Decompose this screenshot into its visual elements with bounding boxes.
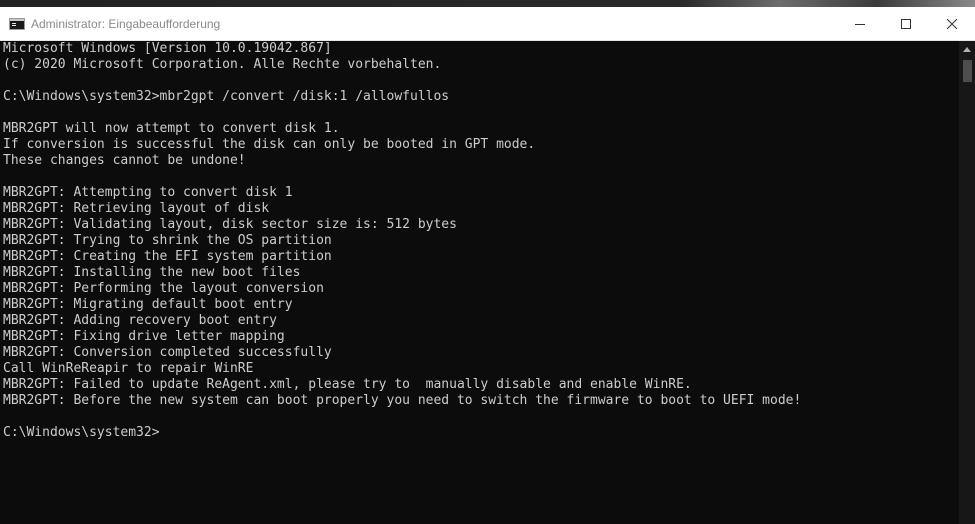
title-bar[interactable]: Administrator: Eingabeaufforderung (0, 7, 975, 41)
console-line: MBR2GPT: Migrating default boot entry (3, 297, 293, 312)
chevron-up-icon (963, 46, 971, 52)
command-prompt-window[interactable]: Administrator: Eingabeaufforderung Micro… (0, 7, 975, 524)
console-line: If conversion is successful the disk can… (3, 137, 536, 152)
console-line: C:\Windows\system32>mbr2gpt /convert /di… (3, 89, 450, 104)
scroll-up-button[interactable] (959, 41, 975, 57)
scroll-thumb[interactable] (963, 60, 972, 82)
console-line: MBR2GPT: Failed to update ReAgent.xml, p… (3, 377, 692, 392)
console-line: MBR2GPT will now attempt to convert disk… (3, 121, 340, 136)
console-line: Microsoft Windows [Version 10.0.19042.86… (3, 41, 332, 56)
minimize-button[interactable] (837, 7, 883, 40)
console-line: These changes cannot be undone! (3, 153, 246, 168)
console-output[interactable]: Microsoft Windows [Version 10.0.19042.86… (0, 41, 959, 524)
desktop-background (0, 0, 975, 7)
console-line: (c) 2020 Microsoft Corporation. Alle Rec… (3, 57, 442, 72)
maximize-button[interactable] (883, 7, 929, 40)
console-line: MBR2GPT: Before the new system can boot … (3, 393, 802, 408)
console-line: MBR2GPT: Attempting to convert disk 1 (3, 185, 293, 200)
console-line: MBR2GPT: Creating the EFI system partiti… (3, 249, 332, 264)
console-line: MBR2GPT: Fixing drive letter mapping (3, 329, 285, 344)
maximize-icon (901, 18, 911, 29)
console-line: Call WinReReapir to repair WinRE (3, 361, 254, 376)
console-line: MBR2GPT: Retrieving layout of disk (3, 201, 270, 216)
close-icon (947, 18, 957, 29)
console-line: MBR2GPT: Installing the new boot files (3, 265, 301, 280)
console-line: MBR2GPT: Trying to shrink the OS partiti… (3, 233, 332, 248)
console-line: C:\Windows\system32> (3, 425, 160, 440)
console-line: MBR2GPT: Validating layout, disk sector … (3, 217, 457, 232)
cmd-icon[interactable] (9, 17, 25, 30)
console-line: MBR2GPT: Adding recovery boot entry (3, 313, 277, 328)
vertical-scrollbar[interactable] (959, 41, 975, 524)
console-line: MBR2GPT: Conversion completed successful… (3, 345, 332, 360)
close-button[interactable] (929, 7, 975, 40)
minimize-icon (855, 23, 865, 25)
window-title: Administrator: Eingabeaufforderung (31, 16, 221, 31)
console-line: MBR2GPT: Performing the layout conversio… (3, 281, 324, 296)
